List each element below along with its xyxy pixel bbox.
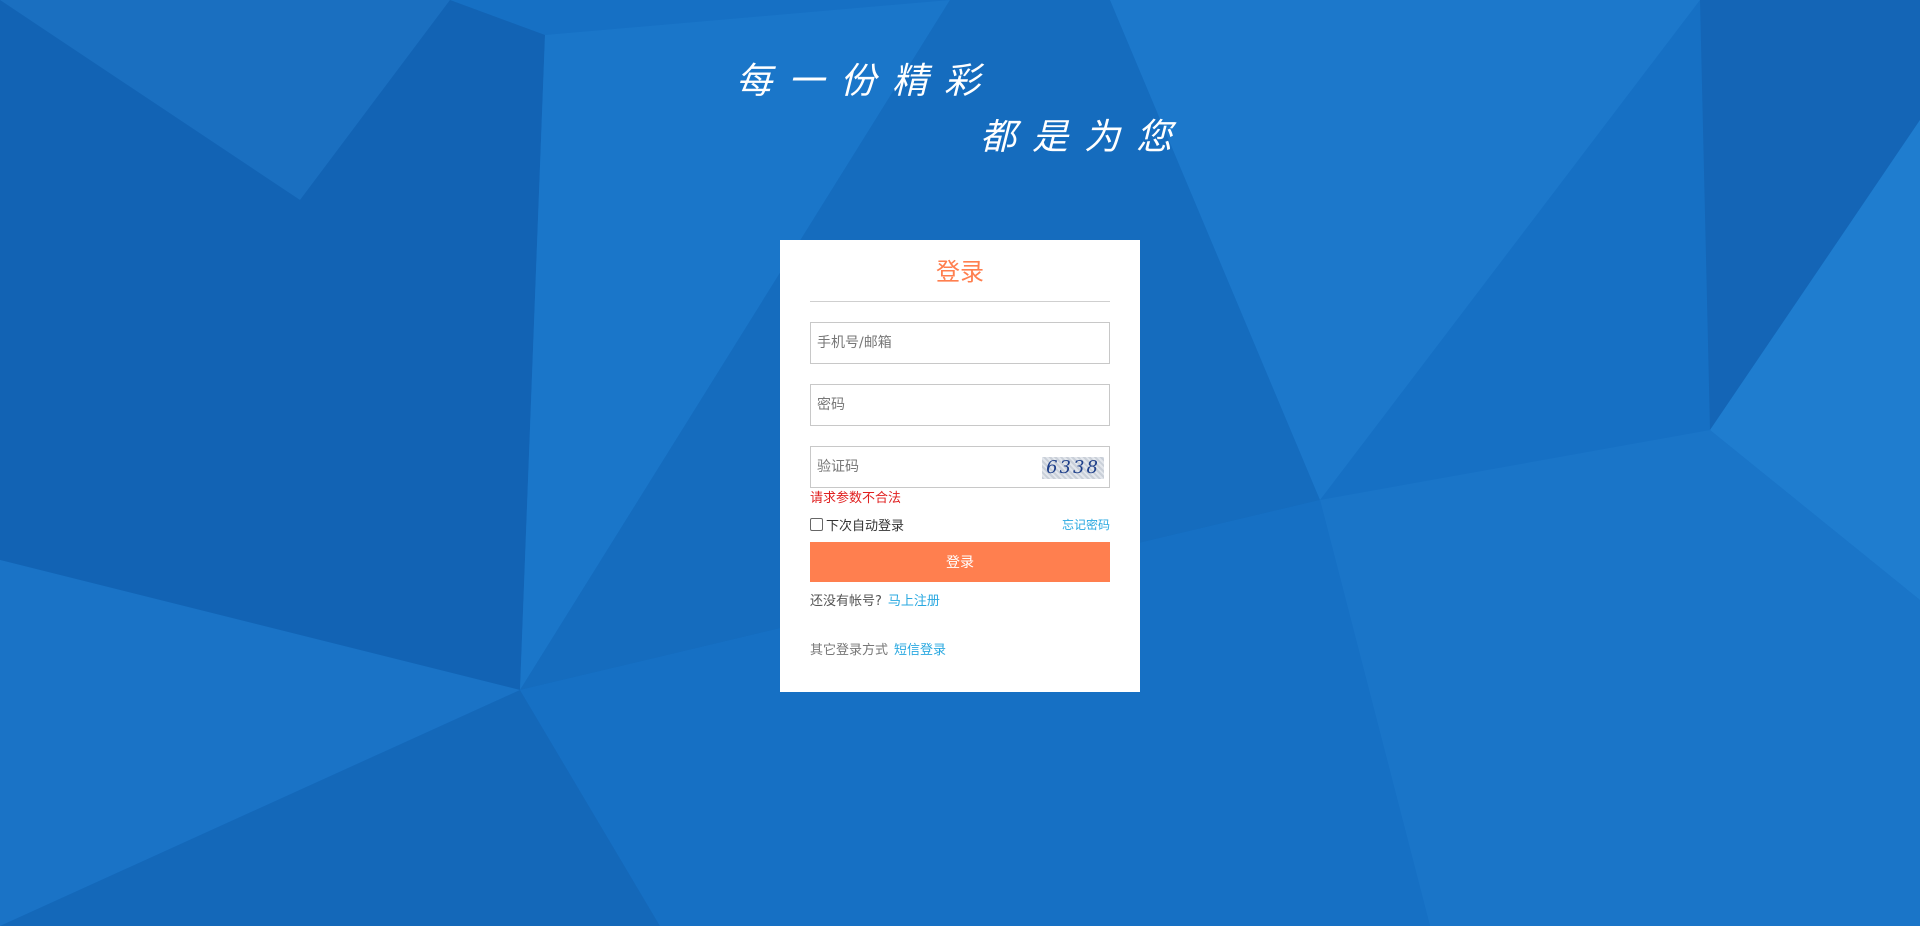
options-row: 下次自动登录 忘记密码 [810,515,1110,534]
login-title: 登录 [810,240,1110,302]
password-input[interactable] [811,385,1109,425]
captcha-image[interactable]: 6338 [1042,457,1104,479]
login-button[interactable]: 登录 [810,542,1110,582]
slogan-line-2: 都是为您 [980,117,1189,158]
password-field [810,384,1110,426]
remember-login[interactable]: 下次自动登录 [810,515,904,534]
error-message: 请求参数不合法 [810,491,902,506]
login-card: 登录 6338 请求参数不合法 下次自动登录 忘记密码 登录 还没有帐号? 马上注… [780,240,1140,692]
sms-login-link[interactable]: 短信登录 [894,643,946,658]
account-field [810,322,1110,364]
account-input[interactable] [811,323,1109,363]
forgot-password-link[interactable]: 忘记密码 [1062,516,1110,533]
other-login-row: 其它登录方式 短信登录 [810,643,1110,659]
captcha-field: 6338 [810,446,1110,488]
remember-checkbox[interactable] [810,517,823,531]
remember-label: 下次自动登录 [826,518,905,534]
register-prompt: 还没有帐号? [810,594,882,609]
slogan-line-1: 每一份精彩 [736,61,997,102]
captcha-input[interactable] [811,447,1031,487]
register-link[interactable]: 马上注册 [888,594,940,609]
other-login-label: 其它登录方式 [810,643,889,658]
register-row: 还没有帐号? 马上注册 [810,594,1110,610]
